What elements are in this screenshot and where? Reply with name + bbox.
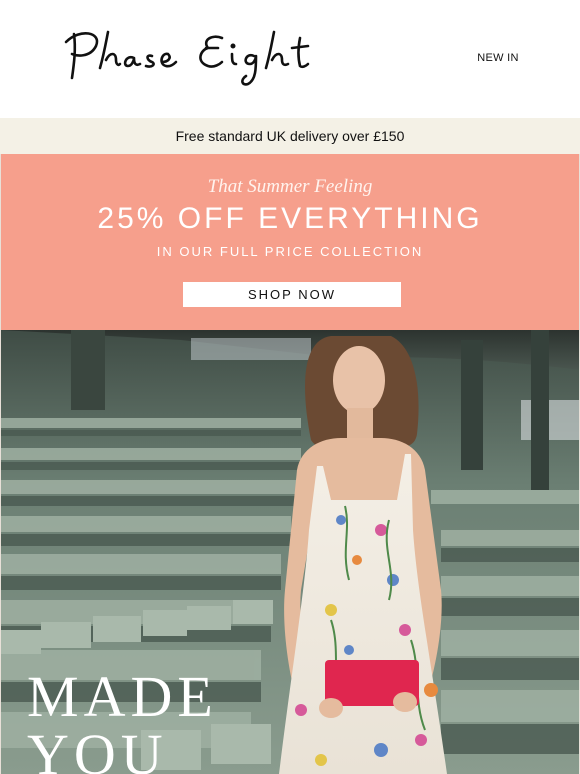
brand-logo[interactable] [62,24,367,88]
promo-subline: IN OUR FULL PRICE COLLECTION [156,244,424,259]
hero-line-1: MADE [27,664,218,729]
email-header: NEW IN [0,0,580,118]
hero-line-2: YOU [27,722,168,774]
shop-now-button[interactable]: SHOP NOW [183,282,401,307]
hero-headline: MADE YOU [27,668,218,774]
promo-tagline: That Summer Feeling [207,176,373,197]
delivery-text: Free standard UK delivery over £150 [175,128,405,144]
hero-image[interactable]: MADE YOU [0,330,580,774]
nav-new-in[interactable]: NEW IN [470,52,526,64]
promo-banner[interactable]: That Summer Feeling 25% OFF EVERYTHING I… [0,154,580,330]
delivery-banner: Free standard UK delivery over £150 [0,118,580,154]
promo-headline: 25% OFF EVERYTHING [97,202,483,235]
